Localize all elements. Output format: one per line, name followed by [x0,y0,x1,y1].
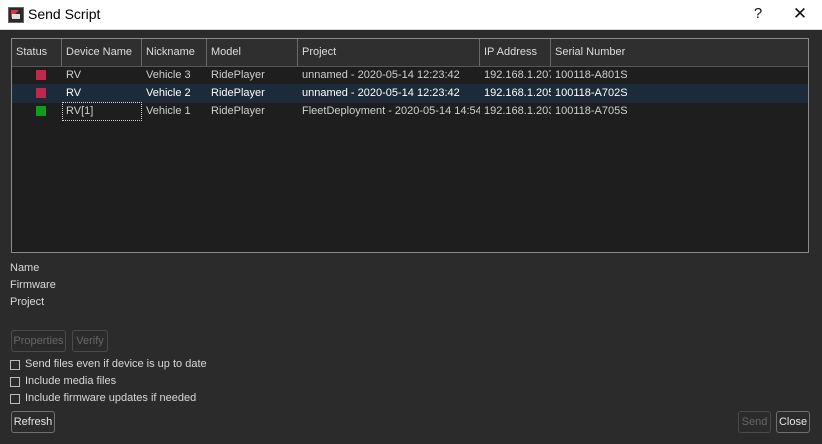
table-header: Status Device Name Nickname Model Projec… [12,39,808,67]
project-cell: FleetDeployment - 2020-05-14 14:54:22 [302,105,480,117]
status-indicator [36,70,46,80]
checkbox[interactable] [10,360,20,370]
table-row[interactable]: RV Vehicle 2 RidePlayer unnamed - 2020-0… [12,84,808,103]
close-button[interactable]: Close [776,411,810,433]
device-table: Status Device Name Nickname Model Projec… [11,38,809,253]
send-script-dialog: Send Script ? ✕ Status Device Name Nickn… [0,0,822,444]
ip-address-cell: 192.168.1.207 [484,69,551,81]
column-header-serial-number[interactable]: Serial Number [551,39,808,66]
column-header-nickname[interactable]: Nickname [142,39,207,66]
device-name-cell: RV [66,87,82,99]
name-label: Name [10,262,40,274]
project-cell: unnamed - 2020-05-14 12:23:42 [302,87,460,99]
app-icon [8,7,24,23]
project-label: Project [10,296,45,308]
checkbox-label: Include firmware updates if needed [25,392,197,404]
model-cell: RidePlayer [211,105,265,117]
nickname-cell: Vehicle 3 [146,69,191,81]
column-header-ip-address[interactable]: IP Address [480,39,551,66]
checkbox[interactable] [10,394,20,404]
serial-number-cell: 100118-A702S [555,87,628,99]
table-row[interactable]: RV Vehicle 3 RidePlayer unnamed - 2020-0… [12,66,808,85]
help-button[interactable]: ? [740,3,776,25]
ip-address-cell: 192.168.1.205 [484,87,551,99]
nickname-cell: Vehicle 2 [146,87,191,99]
checkbox-label: Include media files [25,375,117,387]
close-window-button[interactable]: ✕ [782,3,818,25]
column-header-model[interactable]: Model [207,39,298,66]
model-cell: RidePlayer [211,87,265,99]
checkbox[interactable] [10,377,20,387]
verify-button[interactable]: Verify [72,330,108,352]
send-button[interactable]: Send [738,411,771,433]
nickname-cell: Vehicle 1 [146,105,191,117]
column-header-status[interactable]: Status [12,39,62,66]
window-title: Send Script [28,6,101,22]
checkbox-label: Send files even if device is up to date [25,358,207,370]
project-cell: unnamed - 2020-05-14 12:23:42 [302,69,460,81]
properties-button[interactable]: Properties [11,330,66,352]
serial-number-cell: 100118-A705S [555,105,628,117]
device-name-cell[interactable]: RV[1] [62,102,142,121]
refresh-button[interactable]: Refresh [11,411,55,433]
device-name-cell: RV [66,69,82,81]
status-indicator [36,106,46,116]
column-header-project[interactable]: Project [298,39,480,66]
firmware-label: Firmware [10,279,56,291]
table-row[interactable]: RV[1] Vehicle 1 RidePlayer FleetDeployme… [12,102,808,121]
serial-number-cell: 100118-A801S [555,69,628,81]
ip-address-cell: 192.168.1.203 [484,105,551,117]
status-indicator [36,88,46,98]
column-header-device-name[interactable]: Device Name [62,39,142,66]
title-bar: Send Script ? ✕ [0,0,822,30]
model-cell: RidePlayer [211,69,265,81]
